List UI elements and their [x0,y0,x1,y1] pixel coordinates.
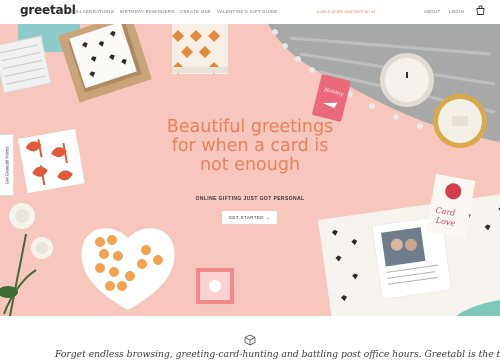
white-roses [0,203,53,316]
nav-create-one[interactable]: CREATE ONE [180,9,211,14]
pink-tag: Holiday [312,74,351,122]
intro-section: Forget endless browsing, greeting-card-h… [0,316,500,360]
promo-text[interactable]: Love it, or the next one's on us [317,9,375,14]
hero-title-line-2: for when a card is [171,136,329,156]
shopping-bag-icon[interactable] [476,5,485,15]
top-nav: greetabl COLLABORATIONS BIRTHDAY REMINDE… [0,0,500,24]
greetabl-points-tab[interactable]: Get Greetabl Points [0,134,14,196]
hero-title: Beautiful greetings for when a card is n… [150,118,350,175]
heart-plate [81,228,175,310]
coral-pattern-box [18,128,85,194]
hero-subtitle: ONLINE GIFTING JUST GOT PERSONAL [195,196,305,202]
get-started-button[interactable]: GET STARTED → [222,211,277,224]
intro-text: Forget endless browsing, greeting-card-h… [55,349,500,360]
nav-valentines-gift-guide[interactable]: VALENTINE'S GIFT GUIDE [217,9,278,14]
hero-title-line-1: Beautiful greetings [166,117,334,137]
hero-banner: Holiday Card Love Beautiful greetings fo… [0,24,500,316]
nav-login[interactable]: LOGIN [449,9,464,14]
nav-birthday-reminders[interactable]: BIRTHDAY REMINDERS [120,9,175,14]
pink-candy-box [196,268,234,304]
logo[interactable]: greetabl [20,3,76,17]
nav-collaborations[interactable]: COLLABORATIONS [70,9,114,14]
nav-about[interactable]: ABOUT [424,9,441,14]
hero-title-line-3: not enough [199,155,301,175]
candle [380,53,434,107]
kraft-box [58,24,152,103]
gold-tin [433,94,487,148]
box-icon [244,334,256,346]
greetabl-points-label: Get Greetabl Points [4,146,9,184]
geometric-gift-box [172,24,228,74]
